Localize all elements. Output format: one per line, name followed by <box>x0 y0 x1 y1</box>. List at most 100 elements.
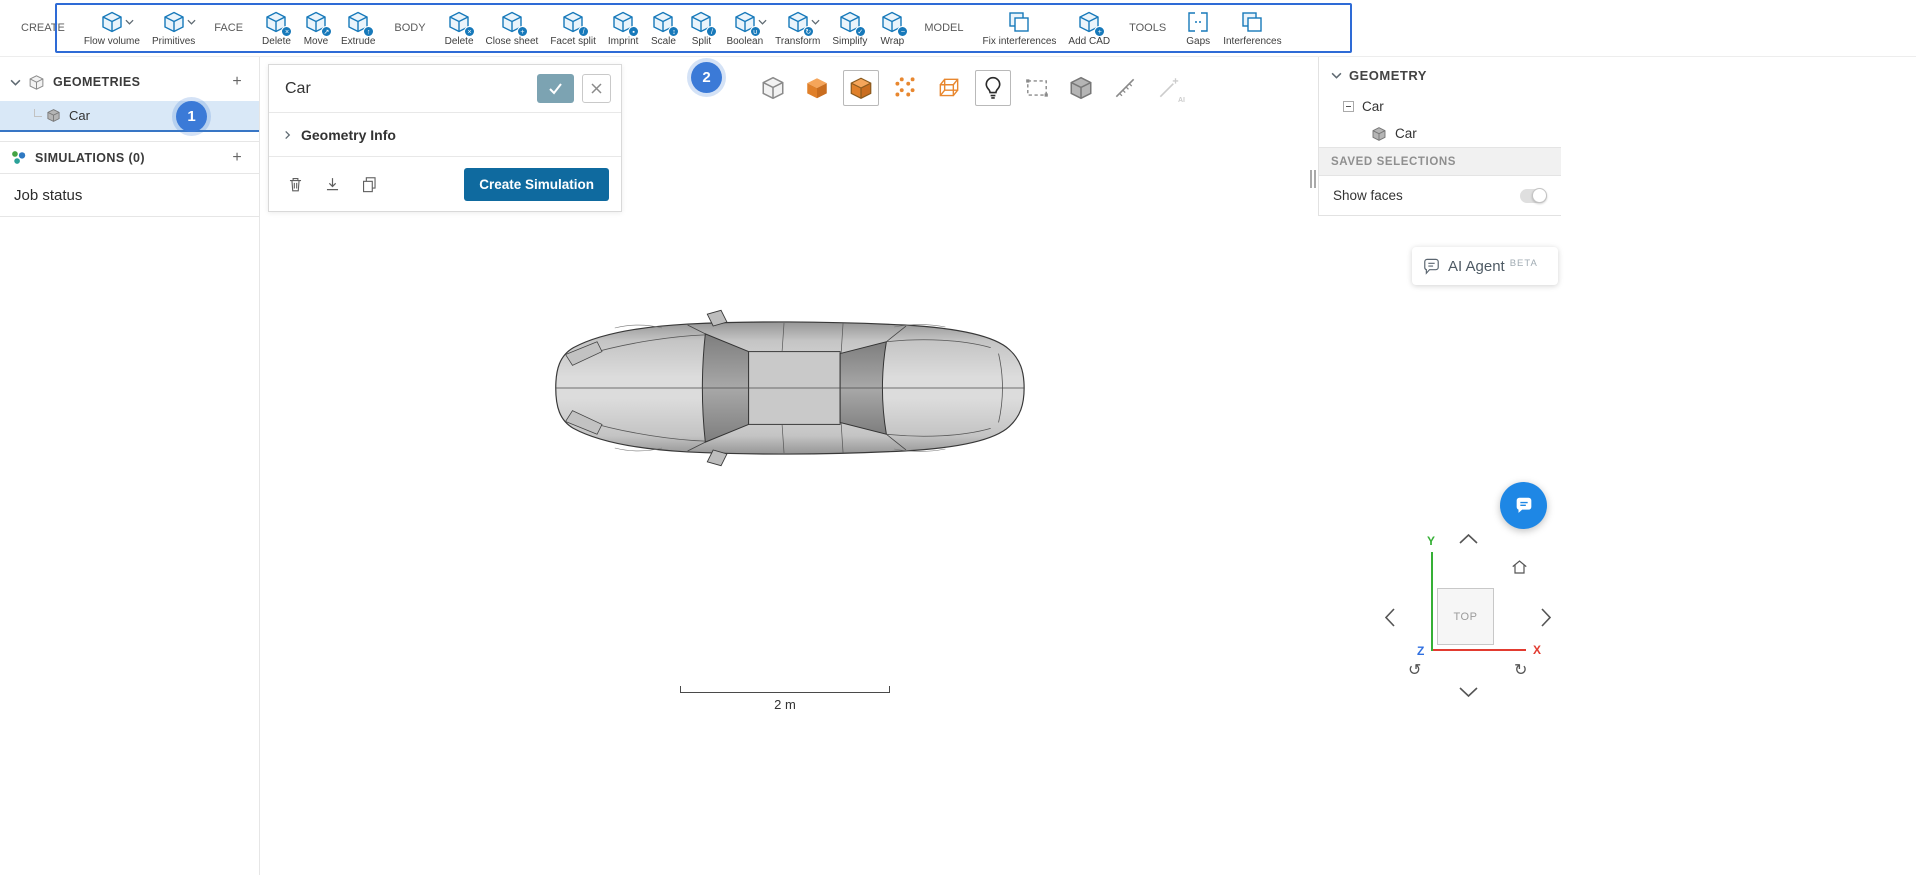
wireframe-cube-icon <box>939 78 959 97</box>
accept-button[interactable] <box>537 74 574 103</box>
scale-icon: ↕ <box>650 9 680 37</box>
ai-label: AI <box>1178 97 1185 104</box>
scale-bar-line <box>680 686 890 693</box>
lightbulb-icon <box>985 76 1001 99</box>
ai-agent-button[interactable]: AI Agent BETA <box>1412 247 1558 285</box>
transparent-view-button[interactable] <box>755 70 791 106</box>
create-simulation-button[interactable]: Create Simulation <box>464 167 609 201</box>
rotate-cw-button[interactable]: ↻ <box>1514 660 1527 680</box>
tool-add-cad[interactable]: + Add CAD <box>1062 6 1116 50</box>
copy-geometry-button[interactable] <box>355 170 383 198</box>
close-icon <box>591 83 602 94</box>
geometry-tree-header[interactable]: GEOMETRY <box>1319 57 1561 93</box>
tree-item-car-root[interactable]: Car <box>1319 93 1561 120</box>
scale-bar-label: 2 m <box>774 697 796 712</box>
download-icon <box>326 177 338 190</box>
geometry-detail-panel: Car Geometry Info Create Simulation <box>268 64 622 212</box>
add-simulation-button[interactable]: + <box>225 149 249 167</box>
chevron-down-icon <box>10 79 21 86</box>
x-axis-label: X <box>1533 643 1542 657</box>
tool-move[interactable]: ↗ Move <box>297 6 335 50</box>
geometries-section-header[interactable]: GEOMETRIES + <box>0 67 259 97</box>
trash-icon <box>289 177 301 191</box>
chevron-right-icon <box>285 130 291 139</box>
gray-cube-icon <box>1068 75 1094 101</box>
chevron-down-icon <box>125 19 134 25</box>
wireframe-view-button[interactable] <box>931 70 967 106</box>
saved-selections-header[interactable]: SAVED SELECTIONS <box>1319 147 1561 176</box>
tool-interferences[interactable]: Interferences <box>1217 6 1287 50</box>
panel-title: Car <box>285 79 311 97</box>
tree-item-car-body[interactable]: Car <box>1319 120 1561 147</box>
simulations-section-header[interactable]: SIMULATIONS (0) + <box>0 141 259 174</box>
wrap-icon: ~ <box>879 9 909 37</box>
tool-close-sheet[interactable]: + Close sheet <box>480 6 545 50</box>
geometries-icon <box>28 74 45 91</box>
delete-geometry-button[interactable] <box>281 170 309 198</box>
top-toolbar: CREATE Flow volume Primitives FACE × Del… <box>0 0 1916 57</box>
tool-primitives[interactable]: Primitives <box>146 6 201 50</box>
measure-icon <box>1115 78 1135 98</box>
nav-rotate-right-button[interactable] <box>1540 608 1551 627</box>
annotation-step-1-badge: 1 <box>176 101 207 132</box>
nav-rotate-up-button[interactable] <box>1459 534 1478 545</box>
solid-body-select-button[interactable] <box>1063 70 1099 106</box>
tool-face-delete[interactable]: × Delete <box>256 6 297 50</box>
tool-transform[interactable]: ↻ Transform <box>769 6 826 50</box>
tool-simplify[interactable]: ✓ Simplify <box>826 6 873 50</box>
group-label-model: MODEL <box>924 22 964 34</box>
detail-panel-footer: Create Simulation <box>269 157 621 211</box>
download-geometry-button[interactable] <box>318 170 346 198</box>
tool-body-delete[interactable]: × Delete <box>439 6 480 50</box>
tool-fix-interferences[interactable]: Fix interferences <box>977 6 1063 50</box>
vertices-view-button[interactable] <box>887 70 923 106</box>
tool-boolean[interactable]: ∪ Boolean <box>720 6 769 50</box>
sidebar-item-car[interactable]: Car <box>0 101 259 132</box>
tool-wrap[interactable]: ~ Wrap <box>873 6 911 50</box>
chevron-down-icon <box>811 19 820 25</box>
show-faces-toggle[interactable] <box>1520 187 1547 203</box>
facet-split-icon: / <box>560 9 590 37</box>
nav-cube-top-face[interactable]: TOP <box>1437 588 1494 645</box>
z-axis-label: Z <box>1417 644 1425 658</box>
shaded-edges-view-button[interactable] <box>843 70 879 106</box>
tool-gaps[interactable]: Gaps <box>1179 6 1217 50</box>
box-select-icon <box>1026 79 1048 97</box>
fix-interferences-icon <box>1006 9 1032 35</box>
tool-split[interactable]: / Split <box>682 6 720 50</box>
rotate-ccw-button[interactable]: ↺ <box>1408 660 1421 680</box>
add-cad-icon: + <box>1076 9 1106 37</box>
close-button[interactable] <box>582 74 611 103</box>
panel-resize-handle[interactable] <box>1310 170 1316 188</box>
box-select-button[interactable] <box>1019 70 1055 106</box>
delete-body-icon: × <box>446 9 476 37</box>
tool-facet-split[interactable]: / Facet split <box>544 6 602 50</box>
measure-button[interactable] <box>1107 70 1143 106</box>
job-status-section[interactable]: Job status <box>0 174 259 217</box>
collapse-icon[interactable] <box>1343 101 1354 112</box>
imprint-icon: ▪ <box>610 9 640 37</box>
tool-scale[interactable]: ↕ Scale <box>644 6 682 50</box>
tool-imprint[interactable]: ▪ Imprint <box>602 6 645 50</box>
support-chat-button[interactable] <box>1500 482 1547 529</box>
car-model-top-view[interactable] <box>540 277 1032 499</box>
group-label-face: FACE <box>214 22 244 34</box>
home-view-button[interactable] <box>1510 558 1529 576</box>
lighting-button[interactable] <box>975 70 1011 106</box>
group-label-tools: TOOLS <box>1129 22 1167 34</box>
simplify-icon: ✓ <box>837 9 866 37</box>
y-axis-line <box>1431 552 1433 651</box>
chevron-down-icon <box>1331 72 1342 79</box>
close-sheet-icon: + <box>499 9 528 37</box>
add-geometry-button[interactable]: + <box>225 73 249 91</box>
group-label-create: CREATE <box>21 22 65 34</box>
tool-extrude[interactable]: ↑ Extrude <box>335 6 381 50</box>
move-face-icon: ↗ <box>303 9 332 37</box>
shaded-view-button[interactable] <box>799 70 835 106</box>
nav-rotate-left-button[interactable] <box>1385 608 1396 627</box>
geometry-info-section[interactable]: Geometry Info <box>269 113 621 156</box>
nav-rotate-down-button[interactable] <box>1459 687 1478 698</box>
cube-icon <box>1371 126 1387 142</box>
tool-flow-volume[interactable]: Flow volume <box>78 6 146 50</box>
shaded-cube-icon <box>804 75 830 101</box>
